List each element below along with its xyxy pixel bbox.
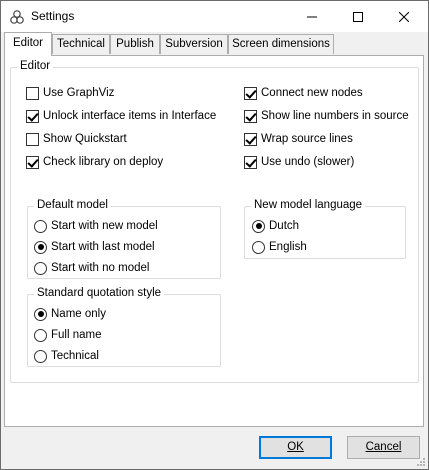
unlock-interface-items-checkbox[interactable]: Unlock interface items in Interface	[26, 108, 216, 124]
settings-app-icon	[9, 9, 25, 25]
radio-label: Start with new model	[51, 220, 158, 232]
editor-group: Editor Use GraphViz Unlock interface ite…	[10, 60, 419, 383]
ok-button[interactable]: OK	[259, 436, 332, 459]
default-model-group: Default model Start with new model Start…	[27, 199, 221, 279]
checkbox-label: Connect new nodes	[261, 87, 363, 99]
cancel-button-label: Cancel	[365, 441, 402, 453]
use-graphviz-checkbox[interactable]: Use GraphViz	[26, 85, 114, 101]
radio-circle[interactable]	[34, 240, 47, 254]
name-only-radio[interactable]: Name only	[34, 306, 106, 322]
show-line-numbers-checkbox[interactable]: Show line numbers in source	[244, 108, 409, 124]
maximize-icon	[353, 11, 363, 22]
radio-circle[interactable]	[34, 349, 47, 363]
radio-circle[interactable]	[34, 261, 47, 275]
settings-dialog: Settings Editor Technical Publish Subver…	[0, 0, 429, 470]
checkbox-box[interactable]	[26, 132, 39, 146]
title-bar[interactable]: Settings	[1, 1, 428, 32]
radio-label: Technical	[51, 350, 99, 362]
start-with-last-model-radio[interactable]: Start with last model	[34, 239, 155, 255]
radio-label: Name only	[51, 308, 106, 320]
maximize-button[interactable]	[335, 1, 381, 32]
radio-circle[interactable]	[252, 219, 265, 233]
minimize-button[interactable]	[289, 1, 335, 32]
radio-label: Dutch	[269, 220, 300, 232]
tab-publish[interactable]: Publish	[110, 34, 160, 54]
quotation-style-legend: Standard quotation style	[34, 287, 165, 299]
tab-screen-dimensions[interactable]: Screen dimensions	[228, 34, 334, 54]
technical-radio[interactable]: Technical	[34, 348, 99, 364]
tab-technical[interactable]: Technical	[52, 34, 110, 54]
editor-group-legend: Editor	[17, 60, 54, 72]
window-title: Settings	[31, 9, 75, 23]
show-quickstart-checkbox[interactable]: Show Quickstart	[26, 131, 127, 147]
checkbox-box[interactable]	[244, 86, 257, 100]
new-model-language-group: New model language Dutch English	[244, 199, 406, 259]
full-name-radio[interactable]: Full name	[34, 327, 102, 343]
checkbox-label: Show line numbers in source	[261, 110, 409, 122]
radio-label: Start with no model	[51, 262, 150, 274]
radio-circle[interactable]	[34, 328, 47, 342]
cancel-button[interactable]: Cancel	[347, 436, 420, 459]
checkbox-box[interactable]	[244, 155, 257, 169]
checkbox-label: Check library on deploy	[43, 156, 164, 168]
checkbox-label: Show Quickstart	[43, 133, 127, 145]
radio-label: Start with last model	[51, 241, 155, 253]
tab-subversion[interactable]: Subversion	[160, 34, 228, 54]
quotation-style-group: Standard quotation style Name only Full …	[27, 287, 221, 367]
close-button[interactable]	[381, 1, 427, 32]
checkbox-box[interactable]	[26, 109, 39, 123]
new-model-language-legend: New model language	[251, 199, 366, 211]
use-undo-checkbox[interactable]: Use undo (slower)	[244, 154, 354, 170]
ok-button-label: OK	[287, 441, 304, 453]
start-with-no-model-radio[interactable]: Start with no model	[34, 260, 149, 276]
check-library-on-deploy-checkbox[interactable]: Check library on deploy	[26, 154, 163, 170]
checkbox-label: Use GraphViz	[43, 87, 115, 99]
checkbox-box[interactable]	[26, 86, 39, 100]
radio-circle[interactable]	[252, 240, 265, 254]
start-with-new-model-radio[interactable]: Start with new model	[34, 218, 158, 234]
checkbox-label: Unlock interface items in Interface	[43, 110, 217, 122]
radio-label: Full name	[51, 329, 102, 341]
connect-new-nodes-checkbox[interactable]: Connect new nodes	[244, 85, 363, 101]
dutch-radio[interactable]: Dutch	[252, 218, 299, 234]
english-radio[interactable]: English	[252, 239, 307, 255]
radio-label: English	[269, 241, 307, 253]
tab-editor[interactable]: Editor	[4, 32, 52, 56]
checkbox-box[interactable]	[244, 109, 257, 123]
resize-grip-icon[interactable]	[416, 457, 426, 467]
checkbox-box[interactable]	[244, 132, 257, 146]
wrap-source-lines-checkbox[interactable]: Wrap source lines	[244, 131, 353, 147]
editor-tab-panel: Editor Use GraphViz Unlock interface ite…	[4, 55, 424, 427]
minimize-icon	[307, 16, 317, 17]
close-icon	[399, 11, 409, 22]
checkbox-label: Use undo (slower)	[261, 156, 355, 168]
default-model-legend: Default model	[34, 199, 111, 211]
checkbox-box[interactable]	[26, 155, 39, 169]
radio-circle[interactable]	[34, 307, 47, 321]
radio-circle[interactable]	[34, 219, 47, 233]
checkbox-label: Wrap source lines	[261, 133, 353, 145]
